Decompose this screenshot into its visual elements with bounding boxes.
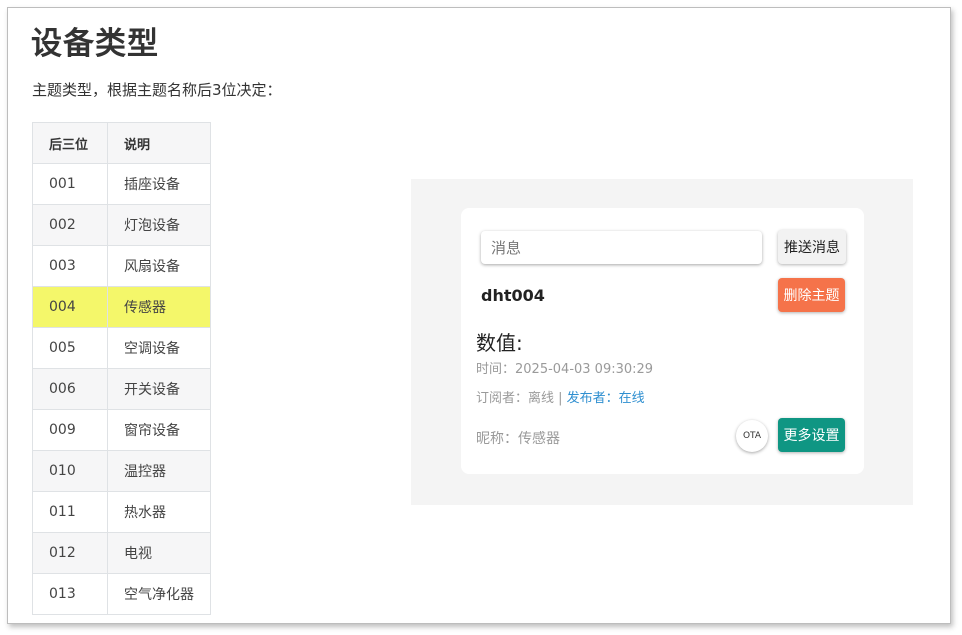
row-code: 004	[32, 286, 108, 328]
table-row: 010 温控器	[32, 450, 211, 492]
device-preview-panel: 推送消息 dht004 删除主题 数值: 时间：2025-04-03 09:30…	[411, 179, 913, 505]
row-desc: 空调设备	[107, 327, 211, 369]
row-code: 009	[32, 409, 108, 451]
row-desc: 插座设备	[107, 163, 211, 205]
row-desc: 空气净化器	[107, 573, 211, 615]
table-row: 011 热水器	[32, 491, 211, 533]
table-row: 012 电视	[32, 532, 211, 574]
table-row-highlighted: 004 传感器	[32, 286, 211, 328]
row-code: 003	[32, 245, 108, 287]
row-desc: 电视	[107, 532, 211, 574]
header-code: 后三位	[32, 122, 108, 164]
ota-button[interactable]: OTA	[736, 420, 768, 452]
row-code: 012	[32, 532, 108, 574]
table-row: 009 窗帘设备	[32, 409, 211, 451]
table-row: 013 空气净化器	[32, 573, 211, 615]
more-settings-button[interactable]: 更多设置	[778, 418, 845, 452]
row-desc: 温控器	[107, 450, 211, 492]
device-name: dht004	[481, 286, 545, 305]
value-label: 数值:	[476, 331, 523, 355]
publisher-status: 发布者：在线	[566, 391, 645, 406]
row-code: 002	[32, 204, 108, 246]
timestamp-text: 时间：2025-04-03 09:30:29	[476, 362, 654, 377]
table-row: 002 灯泡设备	[32, 204, 211, 246]
row-desc: 传感器	[107, 286, 211, 328]
intro-text: 主题类型，根据主题名称后3位决定：	[32, 81, 282, 99]
row-code: 010	[32, 450, 108, 492]
row-desc: 热水器	[107, 491, 211, 533]
row-code: 001	[32, 163, 108, 205]
row-desc: 灯泡设备	[107, 204, 211, 246]
row-desc: 风扇设备	[107, 245, 211, 287]
row-code: 005	[32, 327, 108, 369]
subscriber-status: 订阅者：离线 |	[476, 391, 567, 406]
status-line: 订阅者：离线 | 发布者：在线	[476, 387, 645, 406]
device-card: 推送消息 dht004 删除主题 数值: 时间：2025-04-03 09:30…	[461, 208, 864, 474]
message-input[interactable]	[481, 231, 762, 264]
table-row: 005 空调设备	[32, 327, 211, 369]
table-row: 001 插座设备	[32, 163, 211, 205]
table-row: 003 风扇设备	[32, 245, 211, 287]
row-desc: 开关设备	[107, 368, 211, 410]
nickname-text: 昵称：传感器	[476, 431, 560, 447]
row-code: 006	[32, 368, 108, 410]
send-message-button[interactable]: 推送消息	[778, 230, 846, 264]
table-header-row: 后三位 说明	[32, 122, 211, 164]
row-code: 011	[32, 491, 108, 533]
row-code: 013	[32, 573, 108, 615]
page-title: 设备类型	[31, 26, 159, 62]
device-type-table: 后三位 说明 001 插座设备 002 灯泡设备 003 风扇设备 004 传感…	[32, 122, 211, 615]
header-desc: 说明	[107, 122, 211, 164]
row-desc: 窗帘设备	[107, 409, 211, 451]
table-row: 006 开关设备	[32, 368, 211, 410]
delete-topic-button[interactable]: 删除主题	[778, 278, 845, 312]
